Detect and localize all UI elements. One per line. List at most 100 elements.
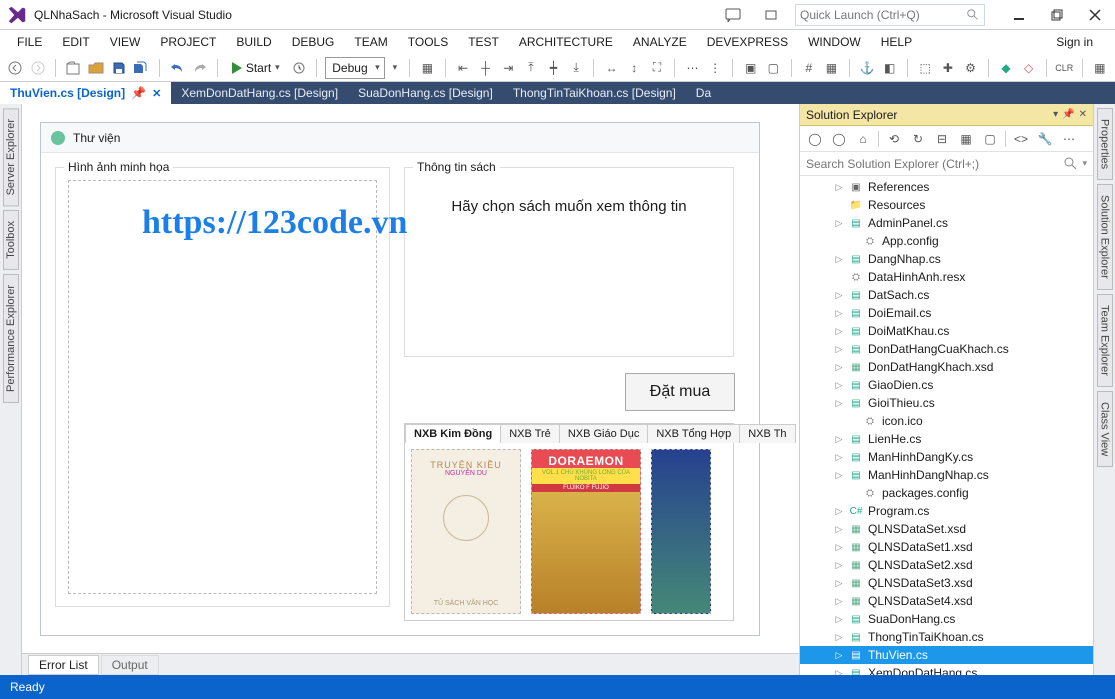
tree-node[interactable]: ▷▦QLNSDataSet1.xsd [800,538,1093,556]
se-collapse-icon[interactable]: ⊟ [933,130,951,148]
expander-icon[interactable]: ▷ [834,668,844,676]
sign-in-link[interactable]: Sign in [1056,35,1107,49]
tree-node[interactable]: ▷▦DonDatHangKhach.xsd [800,358,1093,376]
tree-node[interactable]: ▷▤DoiEmail.cs [800,304,1093,322]
dock-icon[interactable]: ◧ [880,58,899,78]
tree-node[interactable]: ▷▤AdminPanel.cs [800,214,1093,232]
menu-file[interactable]: FILE [8,33,51,51]
menu-analyze[interactable]: ANALYZE [624,33,696,51]
se-search-input[interactable] [806,157,1064,171]
save-icon[interactable] [109,58,128,78]
class-view-tab[interactable]: Class View [1097,391,1113,467]
se-autohide-icon[interactable]: 📌 [1062,109,1074,120]
ext-icon[interactable]: ▦ [1090,58,1109,78]
menu-test[interactable]: TEST [459,33,508,51]
notify-icon[interactable] [757,4,785,26]
expander-icon[interactable]: ▷ [834,470,844,481]
nav-back-icon[interactable] [6,58,25,78]
save-all-icon[interactable] [132,58,151,78]
expander-icon[interactable]: ▷ [834,326,844,337]
solution-config-combo[interactable]: Debug [325,57,384,79]
picturebox-placeholder[interactable] [68,180,377,594]
menu-view[interactable]: VIEW [101,33,150,51]
vspacing-icon[interactable]: ⋮ [706,58,725,78]
align-right-icon[interactable]: ⇥ [499,58,518,78]
pin-icon[interactable]: 📌 [131,86,146,100]
nxb-tabcontrol[interactable]: NXB Kim Đồng NXB Trẻ NXB Giáo Dục NXB Tổ… [404,423,734,621]
se-code-icon[interactable]: <> [1012,130,1030,148]
tree-node[interactable]: ▷▤DonDatHangCuaKhach.cs [800,340,1093,358]
tree-node[interactable]: ⛭icon.ico [800,412,1093,430]
tree-node[interactable]: ▷▤ManHinhDangNhap.cs [800,466,1093,484]
expander-icon[interactable]: ▷ [834,542,844,553]
se-refresh-icon[interactable]: ↻ [909,130,927,148]
menu-build[interactable]: BUILD [227,33,280,51]
config-more-icon[interactable]: ▾ [389,62,402,73]
expander-icon[interactable]: ▷ [834,380,844,391]
doc-tab-xemdondathang[interactable]: XemDonDatHang.cs [Design] [171,82,348,104]
align-top-icon[interactable]: ⤒ [522,58,541,78]
tree-node[interactable]: ▷▤ThuVien.cs [800,646,1093,664]
solution-explorer-search[interactable]: ▾ [800,152,1093,176]
book-cover-1[interactable]: TRUYỆN KIỀU NGUYỄN DU TỦ SÁCH VĂN HỌC [411,449,521,614]
clr-icon[interactable]: CLR [1055,58,1074,78]
tree-node[interactable]: ▷C#Program.cs [800,502,1093,520]
tree-node[interactable]: ▷▤DatSach.cs [800,286,1093,304]
misc-icon-1[interactable]: ⬚ [916,58,935,78]
groupbox-image[interactable]: Hình ảnh minh họa [55,167,390,607]
performance-explorer-tab[interactable]: Performance Explorer [3,274,19,403]
solution-explorer-tree[interactable]: ▷▣References📁Resources▷▤AdminPanel.cs⛭Ap… [800,176,1093,675]
tree-node[interactable]: ▷▤GioiThieu.cs [800,394,1093,412]
tree-node[interactable]: ▷▦QLNSDataSet4.xsd [800,592,1093,610]
quick-launch[interactable]: Quick Launch (Ctrl+Q) [795,4,985,26]
redo-icon[interactable] [190,58,209,78]
se-properties-icon[interactable]: 🔧 [1036,130,1054,148]
se-fwd-icon[interactable]: ◯ [830,130,848,148]
misc-icon-3[interactable]: ⚙ [961,58,980,78]
doc-tab-thuvien[interactable]: ThuVien.cs [Design] 📌 ✕ [0,82,171,104]
book-cover-2[interactable]: DORAEMON VOL.1 CHÚ KHỦNG LONG CỦA NOBITA… [531,449,641,614]
se-sync-icon[interactable]: ⟲ [885,130,903,148]
expander-icon[interactable]: ▷ [834,596,844,607]
anchor-icon[interactable]: ⚓ [858,58,877,78]
tree-node[interactable]: ▷▤DangNhap.cs [800,250,1093,268]
menu-debug[interactable]: DEBUG [283,33,344,51]
form-designer-window[interactable]: Thư viện Hình ảnh minh họa Thông tin sác… [40,122,760,636]
align-center-h-icon[interactable]: ┼ [476,58,495,78]
server-explorer-tab[interactable]: Server Explorer [3,108,19,206]
minimize-button[interactable] [1005,4,1033,26]
se-home-icon[interactable]: ⌂ [854,130,872,148]
menu-help[interactable]: HELP [872,33,921,51]
tree-node[interactable]: ▷▤ManHinhDangKy.cs [800,448,1093,466]
expander-icon[interactable]: ▷ [834,434,844,445]
tree-node[interactable]: ⛭packages.config [800,484,1093,502]
undo-icon[interactable] [168,58,187,78]
misc-icon-2[interactable]: ✚ [939,58,958,78]
nxb-tab-tre[interactable]: NXB Trẻ [500,424,560,443]
tree-node[interactable]: ⛭DataHinhAnh.resx [800,268,1093,286]
menu-tools[interactable]: TOOLS [399,33,457,51]
tree-node[interactable]: ▷▦QLNSDataSet2.xsd [800,556,1093,574]
dx-icon-1[interactable]: ◆ [997,58,1016,78]
tree-node[interactable]: ▷▤XemDonDatHang.cs [800,664,1093,675]
nxb-tab-giaoduc[interactable]: NXB Giáo Dục [559,424,649,443]
expander-icon[interactable]: ▷ [834,578,844,589]
doc-tab-suadonhang[interactable]: SuaDonHang.cs [Design] [348,82,503,104]
se-dropdown-icon[interactable]: ▾ [1053,109,1058,120]
se-more-icon[interactable]: ⋯ [1060,130,1078,148]
tree-node[interactable]: ▷▣References [800,178,1093,196]
nxb-tab-overflow[interactable]: NXB Th [739,424,795,443]
grid-icon[interactable]: ▦ [822,58,841,78]
align-bottom-icon[interactable]: ⤓ [567,58,586,78]
send-back-icon[interactable]: ▢ [764,58,783,78]
doc-tab-thongtintaikhoan[interactable]: ThongTinTaiKhoan.cs [Design] [503,82,686,104]
output-tab[interactable]: Output [101,655,159,675]
same-size-icon[interactable]: ⛶ [648,58,667,78]
menu-window[interactable]: WINDOW [799,33,870,51]
expander-icon[interactable]: ▷ [834,632,844,643]
properties-tab[interactable]: Properties [1097,108,1113,180]
se-preview-icon[interactable]: ▢ [981,130,999,148]
expander-icon[interactable]: ▷ [834,362,844,373]
tree-node[interactable]: ▷▤DoiMatKhau.cs [800,322,1093,340]
same-height-icon[interactable]: ↕ [625,58,644,78]
